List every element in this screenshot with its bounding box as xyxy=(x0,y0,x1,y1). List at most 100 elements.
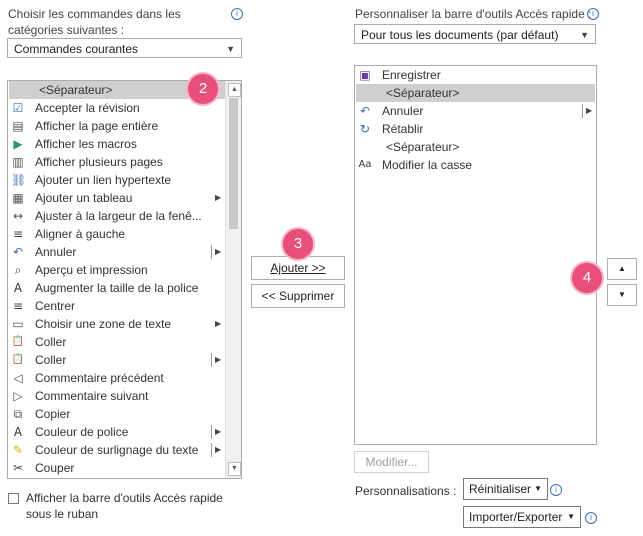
toolbar-list-item-label: Annuler xyxy=(382,104,424,118)
remove-button[interactable]: << Supprimer xyxy=(251,284,345,308)
undo-icon: ↶ xyxy=(359,104,371,118)
toolbar-list-item[interactable]: ↶ Annuler ▶ xyxy=(356,102,595,120)
info-icon[interactable]: i xyxy=(550,484,562,496)
command-list-item[interactable]: 📋 Coller xyxy=(9,333,226,351)
commands-scrollbar[interactable]: ▲ ▼ xyxy=(225,81,241,478)
customize-toolbar-label: Personnaliser la barre d'outils Accès ra… xyxy=(355,7,592,21)
command-list-item-label: Couper xyxy=(35,461,75,475)
command-list-item[interactable]: 📋 Coller ▶ xyxy=(9,351,226,369)
accept-revision-icon: ☑ xyxy=(12,101,24,115)
info-icon[interactable]: i xyxy=(587,8,599,20)
multiple-pages-icon: ▥ xyxy=(12,155,24,169)
toolbar-list-item[interactable]: <Séparateur> xyxy=(356,138,595,156)
show-below-ribbon-checkbox[interactable] xyxy=(8,493,19,504)
command-list-item-label: Afficher la page entière xyxy=(35,119,159,133)
import-export-button[interactable]: Importer/Exporter ▼ xyxy=(463,506,581,528)
command-list-item-label: Ajouter un lien hypertexte xyxy=(35,173,172,187)
choose-commands-label-line1: Choisir les commandes dans les xyxy=(8,7,181,21)
scope-dropdown-value: Pour tous les documents (par défaut) xyxy=(361,28,559,42)
submenu-arrow-icon: ▶ xyxy=(586,106,593,115)
toolbar-list-item[interactable]: ▣ Enregistrer xyxy=(356,66,595,84)
command-list-item-label: Afficher plusieurs pages xyxy=(35,155,163,169)
modify-button[interactable]: Modifier... xyxy=(354,451,429,473)
command-list-item[interactable]: ▥ Afficher plusieurs pages xyxy=(9,153,226,171)
toolbar-listbox[interactable]: ▣ Enregistrer <Séparateur> ↶ Annuler ▶ ↻ Rétabl… xyxy=(354,65,597,445)
command-list-item[interactable]: ⛓ Ajouter un lien hypertexte xyxy=(9,171,226,189)
toolbar-list-item[interactable]: Aa Modifier la casse xyxy=(356,156,595,174)
scroll-thumb[interactable] xyxy=(229,98,238,229)
command-list-item[interactable]: ↶ Annuler ▶ xyxy=(9,243,226,261)
category-dropdown-value: Commandes courantes xyxy=(14,42,139,56)
command-list-item[interactable]: ↔ Ajuster à la largeur de la fenê... xyxy=(9,207,226,225)
submenu-arrow-icon: ▶ xyxy=(215,319,222,328)
hyperlink-icon: ⛓ xyxy=(11,173,27,187)
command-list-item-label: Afficher les macros xyxy=(35,137,137,151)
command-list-item[interactable]: A Couleur de police ▶ xyxy=(9,423,226,441)
info-icon[interactable]: i xyxy=(231,8,243,20)
toolbar-list-item-label: <Séparateur> xyxy=(386,86,460,100)
paste-icon: 📋 xyxy=(11,354,25,365)
toolbar-list-item[interactable]: <Séparateur> xyxy=(356,84,595,102)
modify-button-label: Modifier... xyxy=(365,455,418,469)
submenu-arrow-icon: ▶ xyxy=(215,247,222,256)
command-list-item[interactable]: ▦ Ajouter un tableau ▶ xyxy=(9,189,226,207)
split-divider xyxy=(211,353,212,367)
fit-width-icon: ↔ xyxy=(12,209,24,223)
command-list-item[interactable]: ✂ Couper xyxy=(9,459,226,477)
submenu-arrow-icon: ▶ xyxy=(215,427,222,436)
command-list-item-label: Couleur de surlignage du texte xyxy=(35,443,199,457)
chevron-down-icon[interactable]: ▼ xyxy=(580,25,589,45)
copy-icon: ⧉ xyxy=(13,407,23,421)
command-list-item[interactable]: ▭ Choisir une zone de texte ▶ xyxy=(9,315,226,333)
submenu-arrow-icon: ▶ xyxy=(215,193,222,202)
move-up-button[interactable]: ▲ xyxy=(607,258,637,280)
add-button-label: Ajouter >> xyxy=(270,261,326,275)
scope-dropdown[interactable]: Pour tous les documents (par défaut) ▼ xyxy=(354,24,596,44)
command-list-item[interactable]: ▤ Afficher la page entière xyxy=(9,117,226,135)
command-list-item-label: Ajuster à la largeur de la fenê... xyxy=(35,209,202,223)
toolbar-list-item[interactable]: ↻ Rétablir xyxy=(356,120,595,138)
command-list-item[interactable]: ✎ Couleur de surlignage du texte ▶ xyxy=(9,441,226,459)
show-below-ribbon-line1: Afficher la barre d'outils Accès rapide xyxy=(26,491,223,505)
next-comment-icon: ▷ xyxy=(13,389,23,403)
command-list-item[interactable]: ▷ Commentaire suivant xyxy=(9,387,226,405)
command-list-item[interactable]: ≡ Aligner à gauche xyxy=(9,225,226,243)
command-list-item[interactable]: ▶ Afficher les macros xyxy=(9,135,226,153)
command-list-item-label: Centrer xyxy=(35,299,76,313)
command-list-item[interactable]: ⧉ Copier xyxy=(9,405,226,423)
scroll-up-icon[interactable]: ▲ xyxy=(228,83,241,97)
split-divider xyxy=(211,443,212,457)
chevron-down-icon[interactable]: ▼ xyxy=(226,39,235,59)
command-list-item[interactable]: ◁ Commentaire précédent xyxy=(9,369,226,387)
align-left-icon: ≡ xyxy=(12,227,24,241)
reset-button-label: Réinitialiser xyxy=(469,482,532,496)
command-list-item-label: Accepter la révision xyxy=(35,101,140,115)
command-list-item-label: Commentaire suivant xyxy=(35,389,149,403)
command-list-item[interactable]: A Augmenter la taille de la police xyxy=(9,279,226,297)
font-color-icon: A xyxy=(13,425,23,439)
chevron-down-icon: ▼ xyxy=(534,484,542,493)
command-list-item-label: Copier xyxy=(35,407,71,421)
cut-icon: ✂ xyxy=(12,461,24,475)
toolbar-list-item-label: Enregistrer xyxy=(382,68,441,82)
highlight-icon: ✎ xyxy=(12,443,24,457)
submenu-arrow-icon: ▶ xyxy=(215,355,222,364)
redo-icon: ↻ xyxy=(359,122,371,136)
scroll-down-icon[interactable]: ▼ xyxy=(228,462,241,476)
step-badge-2: 2 xyxy=(188,74,218,104)
save-icon: ▣ xyxy=(359,68,371,82)
command-list-item-label: <Séparateur> xyxy=(39,83,113,97)
add-button[interactable]: Ajouter >> xyxy=(251,256,345,280)
command-list-item[interactable]: ☑ Accepter la révision xyxy=(9,99,226,117)
reset-button[interactable]: Réinitialiser ▼ xyxy=(463,478,548,500)
chevron-down-icon: ▼ xyxy=(567,512,575,521)
split-divider xyxy=(211,245,212,259)
command-list-item-label: Coller xyxy=(35,335,67,349)
category-dropdown[interactable]: Commandes courantes ▼ xyxy=(7,38,242,58)
commands-listbox[interactable]: <Séparateur> ☑ Accepter la révision ▤ Affich… xyxy=(7,80,242,479)
command-list-item[interactable]: ⌕ Aperçu et impression xyxy=(9,261,226,279)
move-down-button[interactable]: ▼ xyxy=(607,284,637,306)
command-list-item[interactable]: ≡ Centrer xyxy=(9,297,226,315)
info-icon[interactable]: i xyxy=(585,512,597,524)
full-page-icon: ▤ xyxy=(12,119,24,133)
